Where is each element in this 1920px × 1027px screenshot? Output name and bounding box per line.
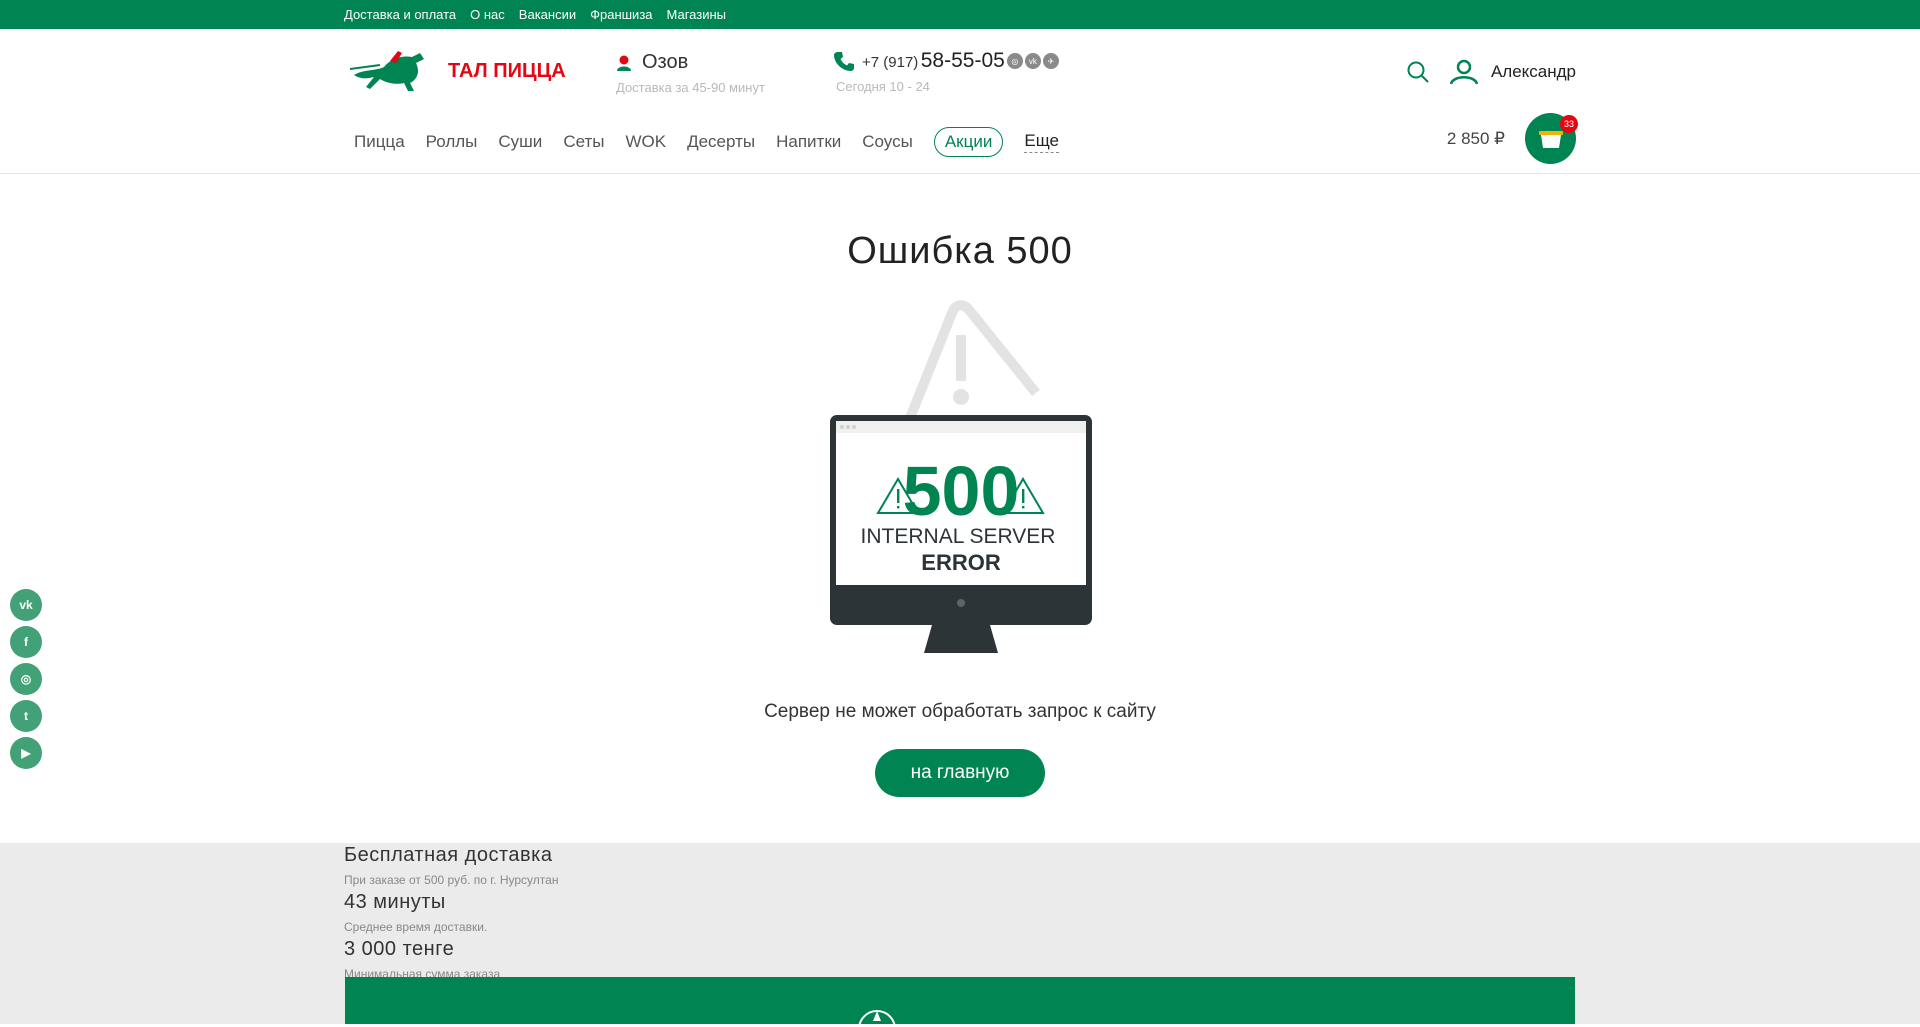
- search-icon[interactable]: [1407, 61, 1429, 83]
- working-hours: Сегодня 10 - 24: [836, 79, 930, 94]
- error-code: 500: [903, 452, 1020, 530]
- city-selector[interactable]: Озов Доставка за 45-90 минут: [616, 51, 765, 95]
- cart-area: 2 850 ₽ 33: [1446, 113, 1578, 164]
- user-name[interactable]: Александр: [1491, 62, 1576, 82]
- side-social: vk f ◎ t ▶: [10, 589, 42, 769]
- instagram-icon[interactable]: ◎: [10, 663, 42, 695]
- menu-item-wok[interactable]: WOK: [625, 132, 666, 152]
- topnav-vacancies[interactable]: Вакансии: [519, 7, 576, 22]
- menu-item-promo[interactable]: Акции: [933, 127, 1004, 157]
- city-name: Озов: [642, 51, 689, 73]
- error-line1: INTERNAL SERVER: [861, 525, 1056, 548]
- footer-item-sub: При заказе от 500 руб. по г. Нурсултан: [344, 873, 559, 887]
- horse-rider-icon: [350, 51, 424, 91]
- menu-item-pizza[interactable]: Пицца: [354, 132, 405, 152]
- footer-item-min-order: 3 000 тенге Минимальная сумма заказа: [344, 938, 1576, 981]
- user-pin-icon: [617, 55, 631, 71]
- logo-text: ТАЛ ПИЦЦА: [448, 59, 566, 82]
- telegram-icon[interactable]: ✈: [1042, 53, 1059, 69]
- topnav-delivery[interactable]: Доставка и оплата: [344, 7, 456, 22]
- footer-item-sub: Среднее время доставки.: [344, 920, 488, 934]
- logo[interactable]: ТАЛ ПИЦЦА: [350, 49, 566, 93]
- phone-number: 58-55-05: [920, 49, 1005, 72]
- menu-item-rolls[interactable]: Роллы: [426, 132, 478, 152]
- menu-item-desserts[interactable]: Десерты: [687, 132, 755, 152]
- phone-link[interactable]: +7 (917) 58-55-05: [862, 49, 1005, 73]
- main-menu: Пицца Роллы Суши Сеты WOK Десерты Напитк…: [354, 127, 1059, 157]
- delivery-time: Доставка за 45-90 минут: [616, 80, 765, 95]
- footer-item-avg-time: 43 минуты Среднее время доставки.: [344, 891, 1576, 934]
- error-message: Сервер не может обработать запрос к сайт…: [764, 701, 1156, 722]
- footer-item-free-delivery: Бесплатная доставка При заказе от 500 ру…: [344, 844, 1576, 887]
- twitter-icon[interactable]: t: [10, 700, 42, 732]
- top-bar: Доставка и оплата О нас Вакансии Франшиз…: [0, 0, 1920, 29]
- site-header: ТАЛ ПИЦЦА Озов Доставка за 45-90 минут +…: [0, 29, 1920, 174]
- vk-icon[interactable]: vk: [10, 589, 42, 621]
- topnav-stores[interactable]: Магазины: [667, 7, 727, 22]
- cart-total: 2 850 ₽: [1446, 128, 1505, 148]
- instagram-icon[interactable]: ◎: [1006, 53, 1023, 69]
- user-area: Александр: [1407, 59, 1576, 85]
- footer-logo-icon: [858, 1010, 896, 1027]
- phone-icon: [834, 52, 854, 71]
- menu-item-drinks[interactable]: Напитки: [776, 132, 841, 152]
- topnav-about[interactable]: О нас: [470, 7, 505, 22]
- error-section: Ошибка 500 500 INTERNAL SERVER ERROR Сер…: [0, 174, 1920, 797]
- phone-block: +7 (917) 58-55-05 ◎ vk ✈ Сегодня 10 - 24: [834, 49, 1059, 94]
- cart-count-badge: 33: [1560, 115, 1578, 133]
- cart-icon: [1538, 130, 1563, 148]
- error-line2: ERROR: [921, 550, 1001, 575]
- home-button[interactable]: на главную: [874, 749, 1046, 797]
- server-error-illustration: 500 INTERNAL SERVER ERROR: [830, 300, 1092, 653]
- footer-bar: [345, 977, 1575, 1027]
- footer-item-title: Бесплатная доставка: [344, 844, 553, 866]
- footer-item-title: 3 000 тенге: [344, 938, 455, 960]
- page-title: Ошибка 500: [847, 230, 1073, 272]
- facebook-icon[interactable]: f: [10, 626, 42, 658]
- vk-icon[interactable]: vk: [1024, 53, 1041, 69]
- menu-item-sushi[interactable]: Суши: [498, 132, 542, 152]
- user-icon[interactable]: [1449, 59, 1479, 85]
- menu-item-sauces[interactable]: Соусы: [862, 132, 913, 152]
- topnav-franchise[interactable]: Франшиза: [590, 7, 652, 22]
- footer-item-title: 43 минуты: [344, 891, 446, 913]
- youtube-icon[interactable]: ▶: [10, 737, 42, 769]
- menu-item-sets[interactable]: Сеты: [563, 132, 604, 152]
- cart-button[interactable]: 33: [1525, 113, 1578, 164]
- menu-item-more[interactable]: Еще: [1024, 131, 1059, 153]
- phone-code: +7 (917): [862, 54, 919, 71]
